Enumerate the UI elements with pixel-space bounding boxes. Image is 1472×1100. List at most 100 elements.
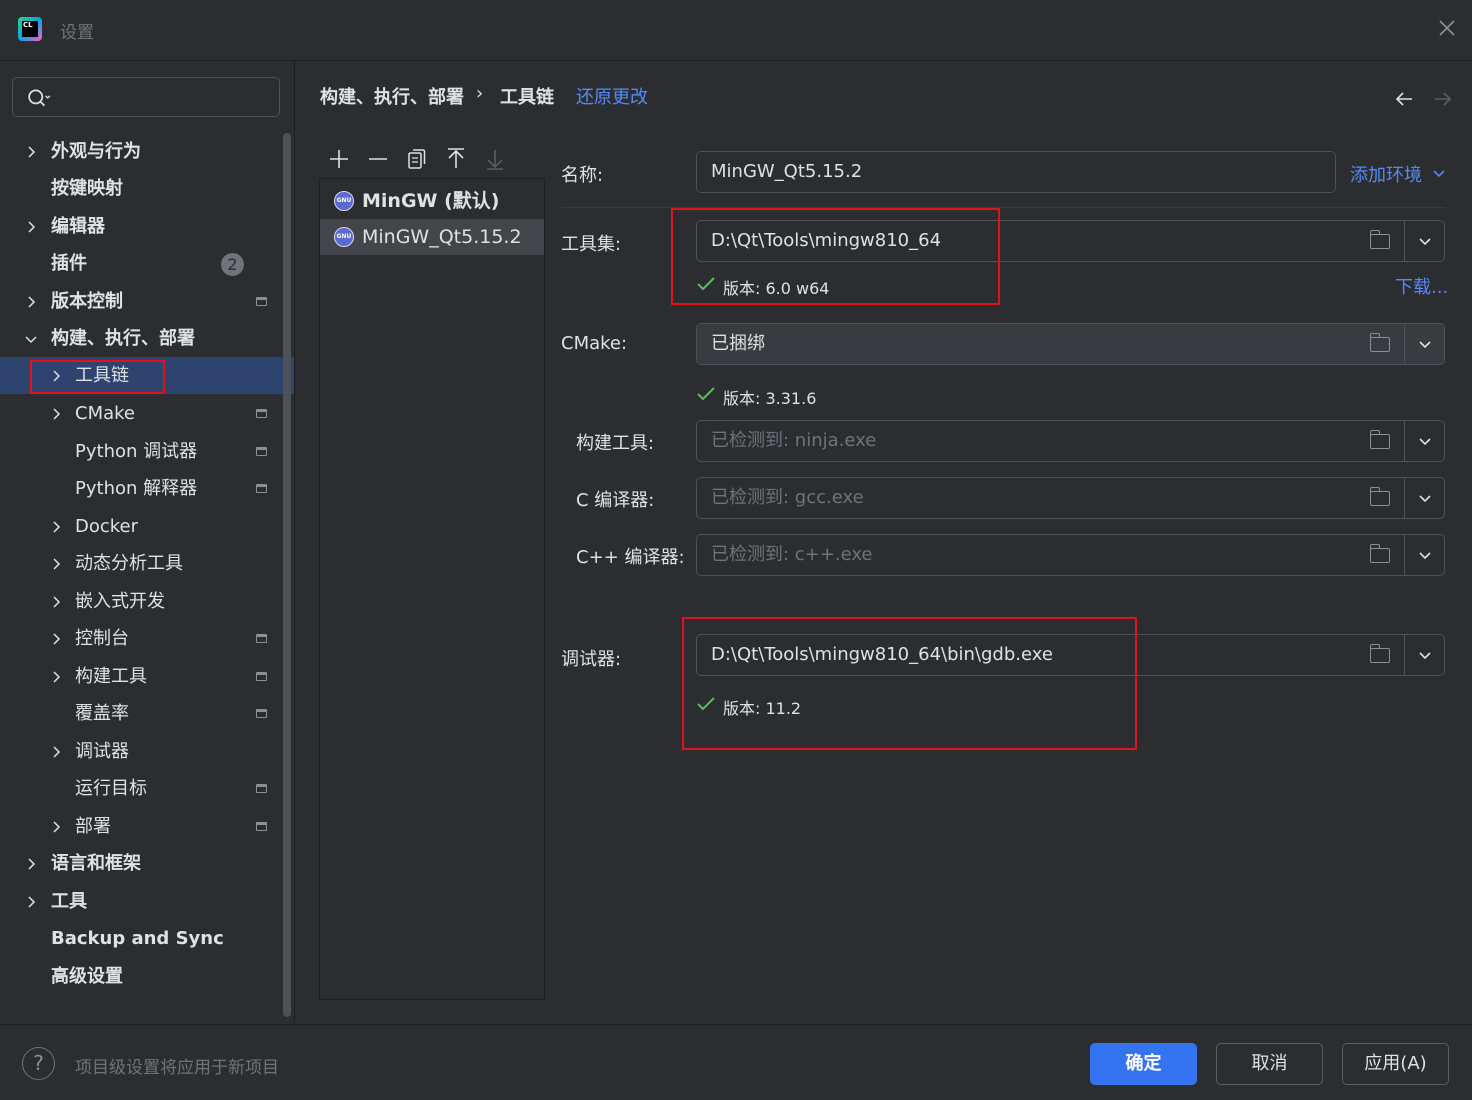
sidebar-item-build-execution-deployment[interactable]: 构建、执行、部署 [0,320,294,357]
chevron-down-icon[interactable] [1417,490,1433,506]
sidebar-scrollbar[interactable] [283,133,291,1017]
folder-icon[interactable] [1369,230,1390,249]
sidebar-item-advanced[interactable]: 高级设置 [0,958,294,995]
folder-icon[interactable] [1369,487,1390,506]
chevron-down-icon[interactable] [1417,647,1433,663]
reset-changes-link[interactable]: 还原更改 [576,83,648,109]
chevron-right-icon [53,746,61,758]
project-level-icon [256,409,267,418]
sidebar-item-cmake[interactable]: CMake [0,395,294,432]
apply-button[interactable]: 应用(A) [1342,1043,1449,1085]
chevron-right-icon [28,296,36,308]
sidebar-item-build-tools[interactable]: 构建工具 [0,658,294,695]
folder-icon[interactable] [1369,333,1390,352]
sidebar-item-embedded[interactable]: 嵌入式开发 [0,583,294,620]
highlight-box-toolchains [30,360,165,394]
sidebar-item-deployment[interactable]: 部署 [0,808,294,845]
breadcrumb-separator: › [476,83,484,104]
chevron-down-icon[interactable] [1417,233,1433,249]
toolset-label: 工具集: [561,234,622,255]
search-input[interactable] [12,77,280,117]
sidebar-item-dynamic-analysis[interactable]: 动态分析工具 [0,545,294,582]
add-environment-dropdown[interactable]: 添加环境 [1350,161,1446,187]
breadcrumb-parent[interactable]: 构建、执行、部署 [320,83,464,109]
sidebar-item-python-interpreter[interactable]: Python 解释器 [0,470,294,507]
sidebar-item-python-debugger[interactable]: Python 调试器 [0,433,294,470]
chevron-right-icon [28,858,36,870]
chevron-right-icon [28,221,36,233]
folder-icon[interactable] [1369,644,1390,663]
sidebar-item-vcs[interactable]: 版本控制 [0,283,294,320]
clion-logo-icon: CL [18,17,42,41]
folder-icon[interactable] [1369,544,1390,563]
sidebar-item-keymap[interactable]: 按键映射 [0,170,294,207]
folder-icon[interactable] [1369,430,1390,449]
name-label: 名称: [561,165,604,186]
toolchain-item-mingw-default[interactable]: GNU MinGW (默认) [320,183,544,219]
move-up-icon[interactable] [446,148,466,170]
window-title: 设置 [60,23,94,43]
help-button[interactable]: ? [22,1047,55,1080]
cmake-label: CMake: [561,333,628,354]
sidebar-item-tools[interactable]: 工具 [0,883,294,920]
sidebar-item-appearance[interactable]: 外观与行为 [0,133,294,170]
project-level-icon [256,672,267,681]
cancel-button[interactable]: 取消 [1216,1043,1323,1085]
cpp-compiler-combobox[interactable]: 已检测到: c++.exe [696,534,1445,576]
dialog-footer: ? 项目级设置将应用于新项目 确定 取消 应用(A) [0,1025,1472,1100]
sidebar-item-editor[interactable]: 编辑器 [0,208,294,245]
help-icon: ? [33,1051,44,1075]
sidebar-item-docker[interactable]: Docker [0,508,294,545]
chevron-down-icon[interactable] [1417,547,1433,563]
move-down-icon[interactable] [485,148,505,170]
sidebar-item-backup-sync[interactable]: Backup and Sync [0,920,294,957]
footer-hint: 项目级设置将应用于新项目 [75,1058,279,1078]
ok-button[interactable]: 确定 [1090,1043,1197,1085]
chevron-down-icon [1433,170,1445,178]
forward-arrow-icon[interactable] [1433,90,1453,108]
chevron-down-icon [25,336,37,344]
search-icon [28,89,51,107]
debugger-label: 调试器: [561,649,622,670]
sidebar-item-console[interactable]: 控制台 [0,620,294,657]
sidebar-item-languages-frameworks[interactable]: 语言和框架 [0,845,294,882]
chevron-down-icon[interactable] [1417,336,1433,352]
copy-icon[interactable] [407,148,427,170]
project-level-icon [256,447,267,456]
chevron-right-icon [28,896,36,908]
title-bar: CL 设置 [0,0,1472,60]
remove-icon[interactable] [368,149,388,169]
c-compiler-combobox[interactable]: 已检测到: gcc.exe [696,477,1445,519]
project-level-icon [256,709,267,718]
sidebar-item-debugger[interactable]: 调试器 [0,733,294,770]
highlight-box-toolset [671,208,1000,305]
cmake-version: 版本: 3.31.6 [723,389,817,408]
highlight-box-debugger [682,617,1137,750]
gnu-icon: GNU [334,191,354,211]
chevron-right-icon [53,596,61,608]
add-icon[interactable] [329,149,349,169]
chevron-right-icon [53,633,61,645]
cpp-compiler-label: C++ 编译器: [576,547,685,568]
back-arrow-icon[interactable] [1394,90,1414,108]
sidebar-item-run-targets[interactable]: 运行目标 [0,770,294,807]
toolchain-list: GNU MinGW (默认) GNU MinGW_Qt5.15.2 [319,178,545,1000]
toolchain-item-mingw-qt[interactable]: GNU MinGW_Qt5.15.2 [320,219,544,255]
settings-sidebar: 外观与行为 按键映射 编辑器 插件 2 版本控制 构建、执行、部署 工具链 CM [0,61,295,1024]
build-tool-combobox[interactable]: 已检测到: ninja.exe [696,420,1445,462]
name-input[interactable]: MinGW_Qt5.15.2 [696,151,1336,193]
cmake-combobox[interactable]: 已捆绑 [696,323,1445,365]
chevron-right-icon [53,408,61,420]
chevron-down-icon[interactable] [1417,433,1433,449]
check-icon [697,387,715,401]
build-tool-label: 构建工具: [576,433,655,454]
chevron-right-icon [53,821,61,833]
download-link[interactable]: 下载... [1395,273,1448,299]
project-level-icon [256,634,267,643]
sidebar-item-plugins[interactable]: 插件 2 [0,245,294,282]
main-panel: 构建、执行、部署 › 工具链 还原更改 GNU MinGW (默认) GNU M… [295,61,1472,1024]
chevron-right-icon [28,146,36,158]
sidebar-item-coverage[interactable]: 覆盖率 [0,695,294,732]
close-button[interactable] [1434,18,1460,44]
project-level-icon [256,822,267,831]
